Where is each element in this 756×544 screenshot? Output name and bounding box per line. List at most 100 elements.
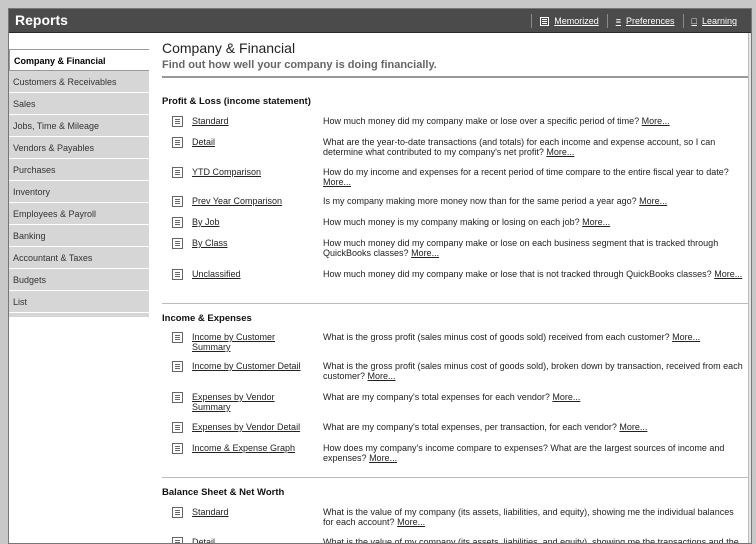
report-doc-icon[interactable]	[172, 217, 183, 228]
more-link[interactable]: More...	[639, 196, 667, 206]
sidebar-item[interactable]: Customers & Receivables	[9, 71, 149, 93]
more-link[interactable]: More...	[582, 217, 610, 227]
report-description: Is my company making more money now than…	[323, 196, 745, 206]
report-description: How much money did my company make or lo…	[323, 116, 745, 126]
report-name-link[interactable]: Income & Expense Graph	[192, 443, 310, 453]
more-link[interactable]: More...	[369, 453, 397, 463]
report-name-link[interactable]: Detail	[192, 537, 310, 543]
report-description: What are my company's total expenses, pe…	[323, 422, 745, 432]
report-doc-icon[interactable]	[172, 137, 183, 148]
sidebar-item[interactable]: Company & Financial	[9, 49, 149, 71]
report-name-link[interactable]: Income by Customer Summary	[192, 332, 310, 352]
category-sidebar: Company & Financial Customers & Receivabl…	[9, 49, 149, 317]
report-name-link[interactable]: Standard	[192, 507, 310, 517]
report-description: What are my company's total expenses for…	[323, 392, 745, 402]
sidebar-item[interactable]: Purchases	[9, 159, 149, 181]
report-doc-icon[interactable]	[172, 537, 183, 543]
section-heading: Balance Sheet & Net Worth	[162, 487, 285, 498]
report-doc-icon[interactable]	[172, 422, 183, 433]
learning-label: Learning	[701, 16, 737, 26]
report-doc-icon[interactable]	[172, 361, 183, 372]
memorized-label: Memorized	[554, 16, 599, 26]
report-doc-icon[interactable]	[172, 167, 183, 178]
sidebar-item[interactable]: Vendors & Payables	[9, 137, 149, 159]
report-description: How much money did my company make or lo…	[323, 269, 745, 279]
sidebar-item[interactable]: Banking	[9, 225, 149, 247]
report-doc-icon[interactable]	[172, 332, 183, 343]
memorized-link[interactable]: Memorized	[531, 14, 607, 28]
report-name-link[interactable]: Prev Year Comparison	[192, 196, 310, 206]
sidebar-item[interactable]: Jobs, Time & Mileage	[9, 115, 149, 137]
report-name-link[interactable]: By Job	[192, 217, 310, 227]
more-link[interactable]: More...	[411, 248, 439, 258]
more-link[interactable]: More...	[546, 147, 574, 157]
book-icon: □	[691, 16, 697, 26]
report-question: How much money did my company make or lo…	[323, 269, 712, 279]
report-question: What is the value of my company (its ass…	[323, 537, 739, 544]
report-doc-icon[interactable]	[172, 443, 183, 454]
report-question: What are my company's total expenses, pe…	[323, 422, 617, 432]
top-links: Memorized ≡ Preferences □ Learning	[531, 9, 745, 33]
window-title: Reports	[15, 12, 68, 28]
report-description: What is the gross profit (sales minus co…	[323, 361, 745, 381]
reports-window: Reports Memorized ≡ Preferences □ Learni…	[8, 8, 752, 544]
learning-link[interactable]: □ Learning	[682, 14, 745, 28]
report-question: How much money is my company making or l…	[323, 217, 580, 227]
section-divider	[162, 303, 751, 304]
report-question: What are the year-to-date transactions (…	[323, 137, 716, 157]
more-link[interactable]: More...	[323, 177, 351, 187]
report-name-link[interactable]: Expenses by Vendor Detail	[192, 422, 310, 432]
report-question: What is the gross profit (sales minus co…	[323, 332, 670, 342]
more-link[interactable]: More...	[714, 269, 742, 279]
report-doc-icon[interactable]	[172, 196, 183, 207]
report-question: Is my company making more money now than…	[323, 196, 637, 206]
page-title: Company & Financial	[162, 40, 296, 56]
report-name-link[interactable]: By Class	[192, 238, 310, 248]
report-description: How much money is my company making or l…	[323, 217, 745, 227]
report-description: How much money did my company make or lo…	[323, 238, 745, 258]
scrollbar[interactable]	[748, 33, 751, 543]
section-heading: Profit & Loss (income statement)	[162, 96, 311, 107]
title-bar: Reports Memorized ≡ Preferences □ Learni…	[9, 9, 751, 33]
report-name-link[interactable]: Expenses by Vendor Summary	[192, 392, 310, 412]
report-description: What is the value of my company (its ass…	[323, 507, 745, 527]
report-description: How do my income and expenses for a rece…	[323, 167, 745, 187]
sidebar-end	[9, 313, 149, 317]
section-divider	[162, 477, 751, 478]
sidebar-item[interactable]: Sales	[9, 93, 149, 115]
sidebar-item[interactable]: Accountant & Taxes	[9, 247, 149, 269]
more-link[interactable]: More...	[642, 116, 670, 126]
report-question: How much money did my company make or lo…	[323, 116, 640, 126]
more-link[interactable]: More...	[672, 332, 700, 342]
sidebar-item[interactable]: Budgets	[9, 269, 149, 291]
report-doc-icon[interactable]	[172, 238, 183, 249]
page-subtitle: Find out how well your company is doing …	[162, 59, 437, 71]
report-name-link[interactable]: Income by Customer Detail	[192, 361, 310, 371]
report-question: What is the value of my company (its ass…	[323, 507, 734, 527]
report-doc-icon[interactable]	[172, 507, 183, 518]
more-link[interactable]: More...	[619, 422, 647, 432]
title-divider	[162, 76, 751, 78]
more-link[interactable]: More...	[552, 392, 580, 402]
report-question: How much money did my company make or lo…	[323, 238, 719, 258]
sidebar-item[interactable]: Employees & Payroll	[9, 203, 149, 225]
more-link[interactable]: More...	[397, 517, 425, 527]
report-name-link[interactable]: Standard	[192, 116, 310, 126]
report-description: What is the gross profit (sales minus co…	[323, 332, 745, 342]
report-name-link[interactable]: Detail	[192, 137, 310, 147]
section-heading: Income & Expenses	[162, 313, 252, 324]
report-doc-icon[interactable]	[172, 269, 183, 280]
more-link[interactable]: More...	[368, 371, 396, 381]
report-description: What is the value of my company (its ass…	[323, 537, 745, 544]
report-doc-icon[interactable]	[172, 116, 183, 127]
report-question: How do my income and expenses for a rece…	[323, 167, 729, 177]
preferences-icon: ≡	[615, 16, 621, 26]
report-doc-icon[interactable]	[172, 392, 183, 403]
sidebar-item[interactable]: Inventory	[9, 181, 149, 203]
report-name-link[interactable]: YTD Comparison	[192, 167, 310, 177]
preferences-link[interactable]: ≡ Preferences	[606, 14, 683, 28]
report-name-link[interactable]: Unclassified	[192, 269, 310, 279]
report-question: What are my company's total expenses for…	[323, 392, 550, 402]
report-description: What are the year-to-date transactions (…	[323, 137, 745, 157]
sidebar-item[interactable]: List	[9, 291, 149, 313]
